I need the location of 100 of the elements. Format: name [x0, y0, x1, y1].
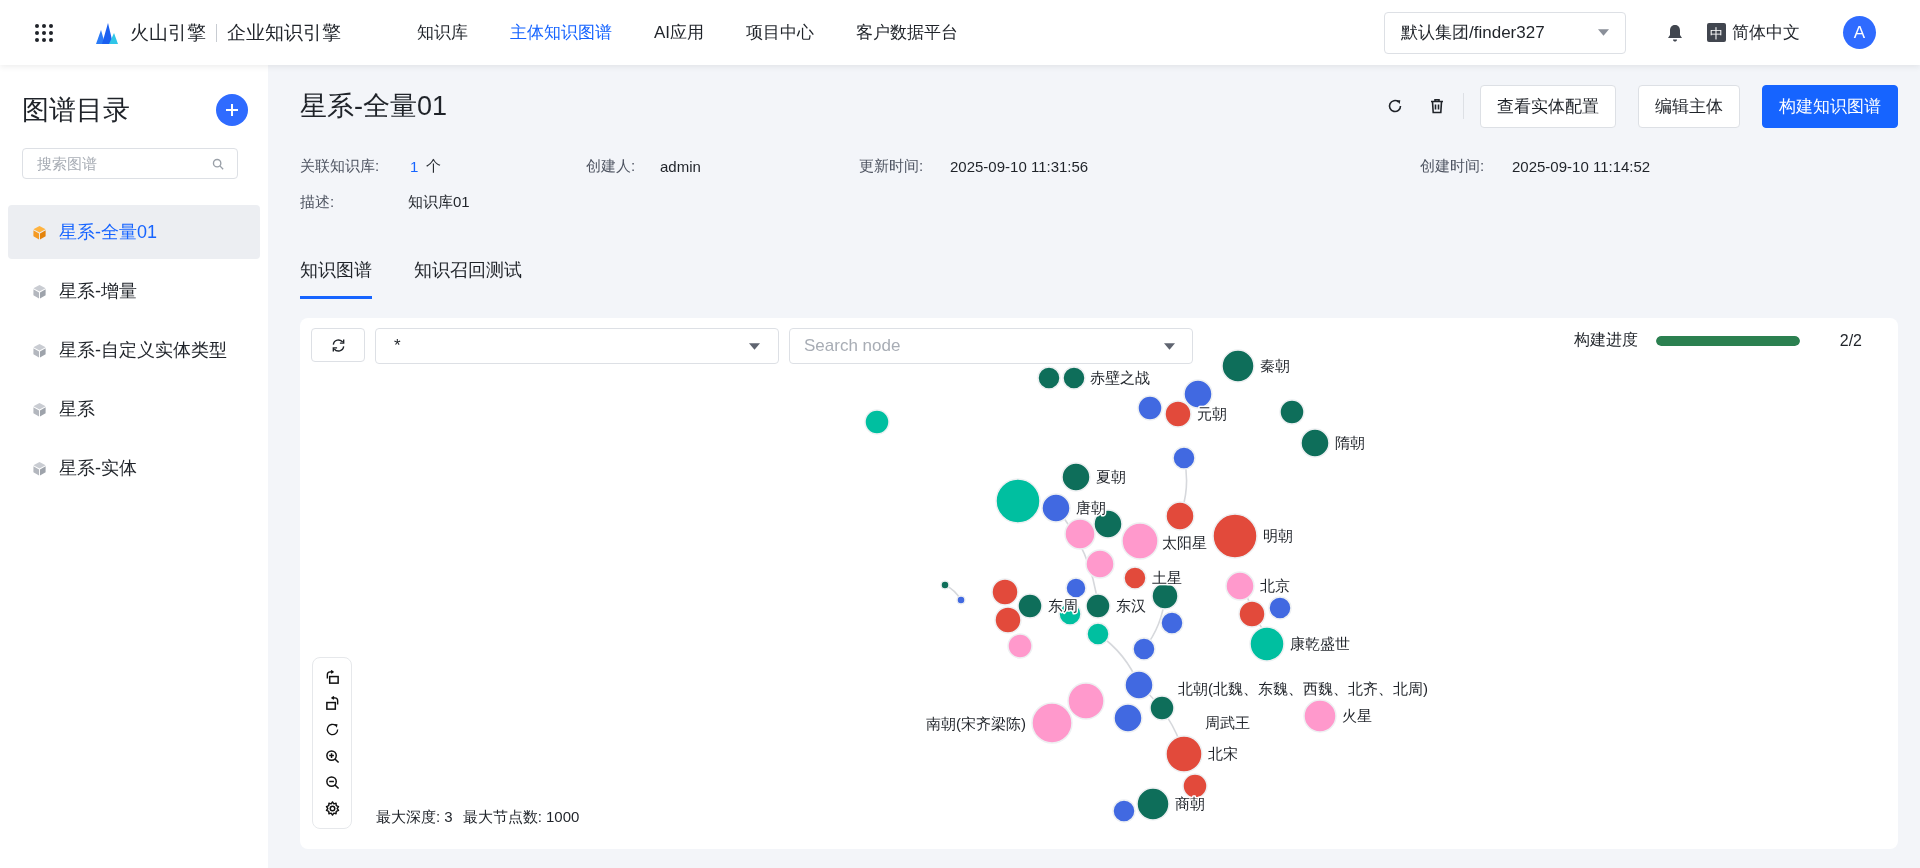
graph-node[interactable]: [995, 478, 1041, 524]
graph-node[interactable]: [1249, 626, 1285, 662]
graph-node[interactable]: [1221, 349, 1255, 383]
graph-node[interactable]: [1136, 787, 1170, 821]
node-label: 商朝: [1175, 795, 1205, 812]
action-button[interactable]: 编辑主体: [1638, 84, 1740, 128]
graph-node[interactable]: [1124, 670, 1154, 700]
plus-icon: [225, 103, 239, 117]
refresh-icon[interactable]: [1387, 98, 1403, 114]
graph-node[interactable]: [956, 595, 966, 605]
graph-node[interactable]: [1085, 549, 1115, 579]
graph-node[interactable]: [1183, 379, 1213, 409]
tab[interactable]: 知识图谱: [300, 254, 372, 299]
graph-node[interactable]: [1085, 593, 1111, 619]
graph-node[interactable]: [1065, 577, 1087, 599]
graph-node[interactable]: [1061, 462, 1091, 492]
info-value: 2025-09-10 11:14:52: [1512, 157, 1651, 175]
node-label: 东汉: [1116, 597, 1146, 614]
nav-link[interactable]: 主体知识图谱: [510, 21, 612, 44]
graph-node[interactable]: [1121, 522, 1159, 560]
node-search-field[interactable]: Search node: [789, 328, 1193, 364]
add-button[interactable]: [216, 94, 248, 126]
info-label: 描述:: [300, 192, 336, 212]
zoom-out-icon[interactable]: [324, 774, 340, 790]
bell-icon[interactable]: [1667, 23, 1683, 42]
info-label: 更新时间:: [859, 156, 925, 176]
graph-limit-text: 最大节点数: 1000: [462, 808, 580, 827]
knowledge-base-count-link[interactable]: 1: [410, 157, 419, 175]
graph-node[interactable]: [1165, 501, 1195, 531]
graph-node[interactable]: [1086, 622, 1110, 646]
nav-link[interactable]: 项目中心: [746, 21, 815, 44]
progress-reading: 2/2: [1839, 331, 1862, 350]
info-label: 创建时间:: [1420, 156, 1486, 176]
sidebar-item[interactable]: 星系: [8, 382, 260, 436]
graph-node[interactable]: [1064, 518, 1096, 550]
sidebar-item[interactable]: 星系-全量01: [8, 205, 260, 259]
language-icon[interactable]: 中: [1707, 23, 1726, 42]
tab[interactable]: 知识召回测试: [414, 254, 522, 299]
graph-node[interactable]: [1279, 399, 1305, 425]
graph-node[interactable]: [1067, 682, 1105, 720]
graph-node[interactable]: [1037, 366, 1061, 390]
graph-node[interactable]: [1017, 593, 1043, 619]
app-grid-icon[interactable]: [34, 22, 54, 43]
settings-icon[interactable]: [324, 801, 340, 817]
reload-button[interactable]: [311, 328, 365, 362]
search-field[interactable]: 搜索图谱: [22, 148, 238, 179]
graph-node[interactable]: [994, 606, 1022, 634]
graph-node[interactable]: [1149, 695, 1175, 721]
graph-node[interactable]: [991, 578, 1019, 606]
reset-icon[interactable]: [324, 722, 340, 738]
graph-node[interactable]: [1165, 735, 1203, 773]
nav-link[interactable]: 客户数据平台: [856, 21, 959, 44]
graph-node[interactable]: [1062, 366, 1086, 390]
graph-node[interactable]: [1031, 702, 1073, 744]
sidebar-item[interactable]: 星系-自定义实体类型: [8, 323, 260, 377]
graph-node[interactable]: [1172, 446, 1196, 470]
progress-label: 构建进度: [1573, 330, 1638, 350]
sidebar-item[interactable]: 星系-增量: [8, 264, 260, 318]
caret-icon: [1164, 343, 1175, 350]
graph-node[interactable]: [940, 580, 950, 590]
node-label: 南朝(宋齐梁陈): [926, 715, 1026, 732]
graph-node[interactable]: [1303, 699, 1337, 733]
graph-node[interactable]: [1300, 428, 1330, 458]
graph-node[interactable]: [1041, 493, 1071, 523]
graph-node[interactable]: [1007, 633, 1033, 659]
node-label: 元朝: [1197, 405, 1227, 422]
graph-node[interactable]: [1123, 566, 1147, 590]
graph-node[interactable]: [1164, 400, 1192, 428]
graph-node[interactable]: [1132, 637, 1156, 661]
nav-link[interactable]: 知识库: [417, 21, 468, 44]
zoom-in-icon[interactable]: [324, 748, 340, 764]
node-label: 土星: [1152, 569, 1182, 586]
user-avatar[interactable]: A: [1843, 16, 1876, 49]
org-select[interactable]: 默认集团/finder327: [1384, 11, 1626, 54]
rotate-left-icon[interactable]: [324, 669, 340, 685]
graph-node[interactable]: [1238, 600, 1266, 628]
info-value: 2025-09-10 11:31:56: [950, 157, 1089, 175]
product-name: 企业知识引擎: [227, 20, 341, 45]
graph-node[interactable]: [1137, 395, 1163, 421]
delete-icon[interactable]: [1429, 98, 1445, 114]
node-label: 夏朝: [1096, 468, 1126, 485]
graph-node[interactable]: [1113, 703, 1143, 733]
action-button[interactable]: 构建知识图谱: [1762, 84, 1898, 128]
description-value: 知识库01: [408, 192, 470, 212]
language-label[interactable]: 简体中文: [1732, 21, 1800, 44]
action-button[interactable]: 查看实体配置: [1480, 84, 1616, 128]
rotate-right-icon[interactable]: [324, 696, 340, 711]
graph-node[interactable]: [864, 409, 890, 435]
graph-node[interactable]: [1212, 513, 1258, 559]
node-label: 康乾盛世: [1290, 635, 1350, 652]
nav-link[interactable]: AI应用: [654, 21, 705, 44]
type-select[interactable]: *: [375, 328, 779, 364]
graph-node[interactable]: [1268, 596, 1292, 620]
node-label: 北宋: [1208, 745, 1238, 762]
sidebar-item[interactable]: 星系-实体: [8, 441, 260, 495]
cube-icon: [32, 401, 47, 417]
graph-node[interactable]: [1225, 571, 1255, 601]
cube-icon: [32, 224, 47, 240]
graph-node[interactable]: [1160, 611, 1184, 635]
graph-node[interactable]: [1112, 799, 1136, 823]
